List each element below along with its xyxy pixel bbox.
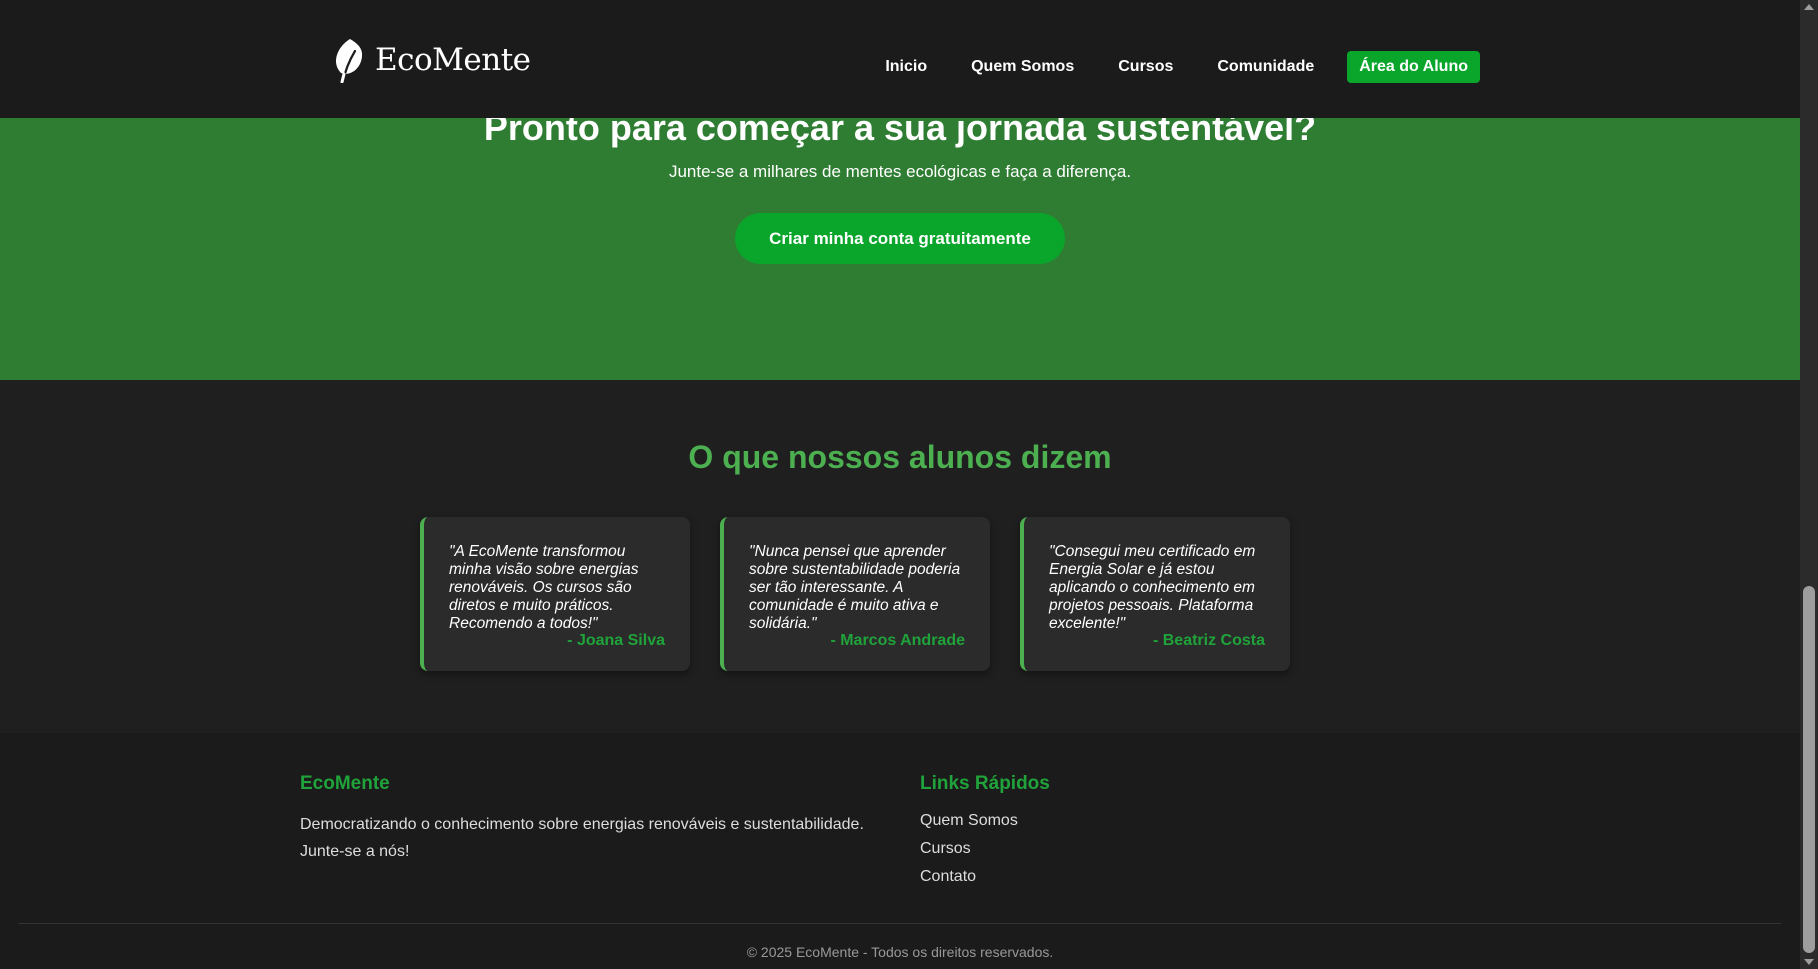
vertical-scrollbar[interactable] (1800, 0, 1818, 969)
scroll-down-arrow-icon[interactable] (1804, 959, 1814, 965)
testimonial-card: "A EcoMente transformou minha visão sobr… (420, 517, 690, 671)
testimonial-author: - Marcos Andrade (830, 632, 965, 649)
hero-subtitle: Junte-se a milhares de mentes ecológicas… (668, 162, 1132, 181)
nav-item-inicio[interactable]: Inicio (885, 58, 927, 76)
footer-links-list: Quem Somos Cursos Contato (920, 807, 1050, 891)
footer-link-cursos[interactable]: Cursos (920, 835, 1050, 863)
testimonials-section: O que nossos alunos dizem "A EcoMente tr… (0, 380, 1800, 733)
testimonial-author: - Beatriz Costa (1152, 632, 1265, 649)
footer-links-heading: Links Rápidos (920, 773, 1050, 794)
nav-item-quem-somos[interactable]: Quem Somos (971, 58, 1074, 76)
testimonial-quote: "Consegui meu certificado em Energia Sol… (1049, 543, 1256, 632)
logo-link[interactable]: EcoMente (333, 37, 531, 83)
main-nav: Inicio Quem Somos Cursos Comunidade Área… (841, 51, 1480, 83)
create-account-button[interactable]: Criar minha conta gratuitamente (735, 213, 1065, 264)
footer-divider (18, 923, 1781, 924)
footer-link-quem-somos[interactable]: Quem Somos (920, 807, 1050, 835)
copyright-text: © 2025 EcoMente - Todos os direitos rese… (746, 944, 1054, 960)
testimonial-quote: "Nunca pensei que aprender sobre sustent… (749, 543, 961, 632)
scrollbar-thumb[interactable] (1803, 586, 1815, 953)
testimonial-card: "Consegui meu certificado em Energia Sol… (1020, 517, 1290, 671)
footer-brand-column: EcoMente Democratizando o conhecimento s… (300, 771, 880, 865)
footer-brand-heading: EcoMente (300, 773, 390, 794)
footer-brand-text: Democratizando o conhecimento sobre ener… (300, 816, 864, 860)
footer-link-contato[interactable]: Contato (920, 863, 1050, 891)
testimonials-title: O que nossos alunos dizem (688, 439, 1112, 475)
testimonial-cards: "A EcoMente transformou minha visão sobr… (420, 517, 1290, 671)
testimonial-author: - Joana Silva (567, 632, 665, 649)
testimonial-card: "Nunca pensei que aprender sobre sustent… (720, 517, 990, 671)
student-area-button[interactable]: Área do Aluno (1347, 51, 1480, 83)
nav-item-comunidade[interactable]: Comunidade (1217, 58, 1314, 76)
testimonial-quote: "A EcoMente transformou minha visão sobr… (449, 543, 639, 632)
scroll-up-arrow-icon[interactable] (1804, 4, 1814, 10)
footer-links-column: Links Rápidos Quem Somos Cursos Contato (920, 771, 1050, 891)
leaf-icon (335, 39, 363, 83)
nav-item-cursos[interactable]: Cursos (1118, 58, 1173, 76)
site-header: EcoMente Inicio Quem Somos Cursos Comuni… (0, 0, 1800, 118)
logo-text: EcoMente (375, 42, 531, 78)
page-viewport: Pronto para começar a sua jornada susten… (0, 0, 1800, 969)
site-footer: EcoMente Democratizando o conhecimento s… (0, 733, 1800, 969)
